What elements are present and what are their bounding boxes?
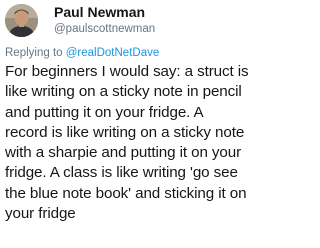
author-display-name[interactable]: Paul Newman <box>54 4 145 21</box>
avatar-image <box>5 4 38 37</box>
avatar[interactable] <box>5 4 38 37</box>
reply-prefix: Replying to <box>5 47 63 59</box>
author-handle[interactable]: @paulscottnewman <box>54 22 155 36</box>
tweet-text: For beginners I would say: a struct is l… <box>5 63 249 223</box>
tweet-card: Paul Newman @paulscottnewman Replying to… <box>0 0 291 248</box>
reply-context: Replying to @realDotNetDave <box>5 46 159 60</box>
reply-mention-link[interactable]: @realDotNetDave <box>66 47 160 59</box>
